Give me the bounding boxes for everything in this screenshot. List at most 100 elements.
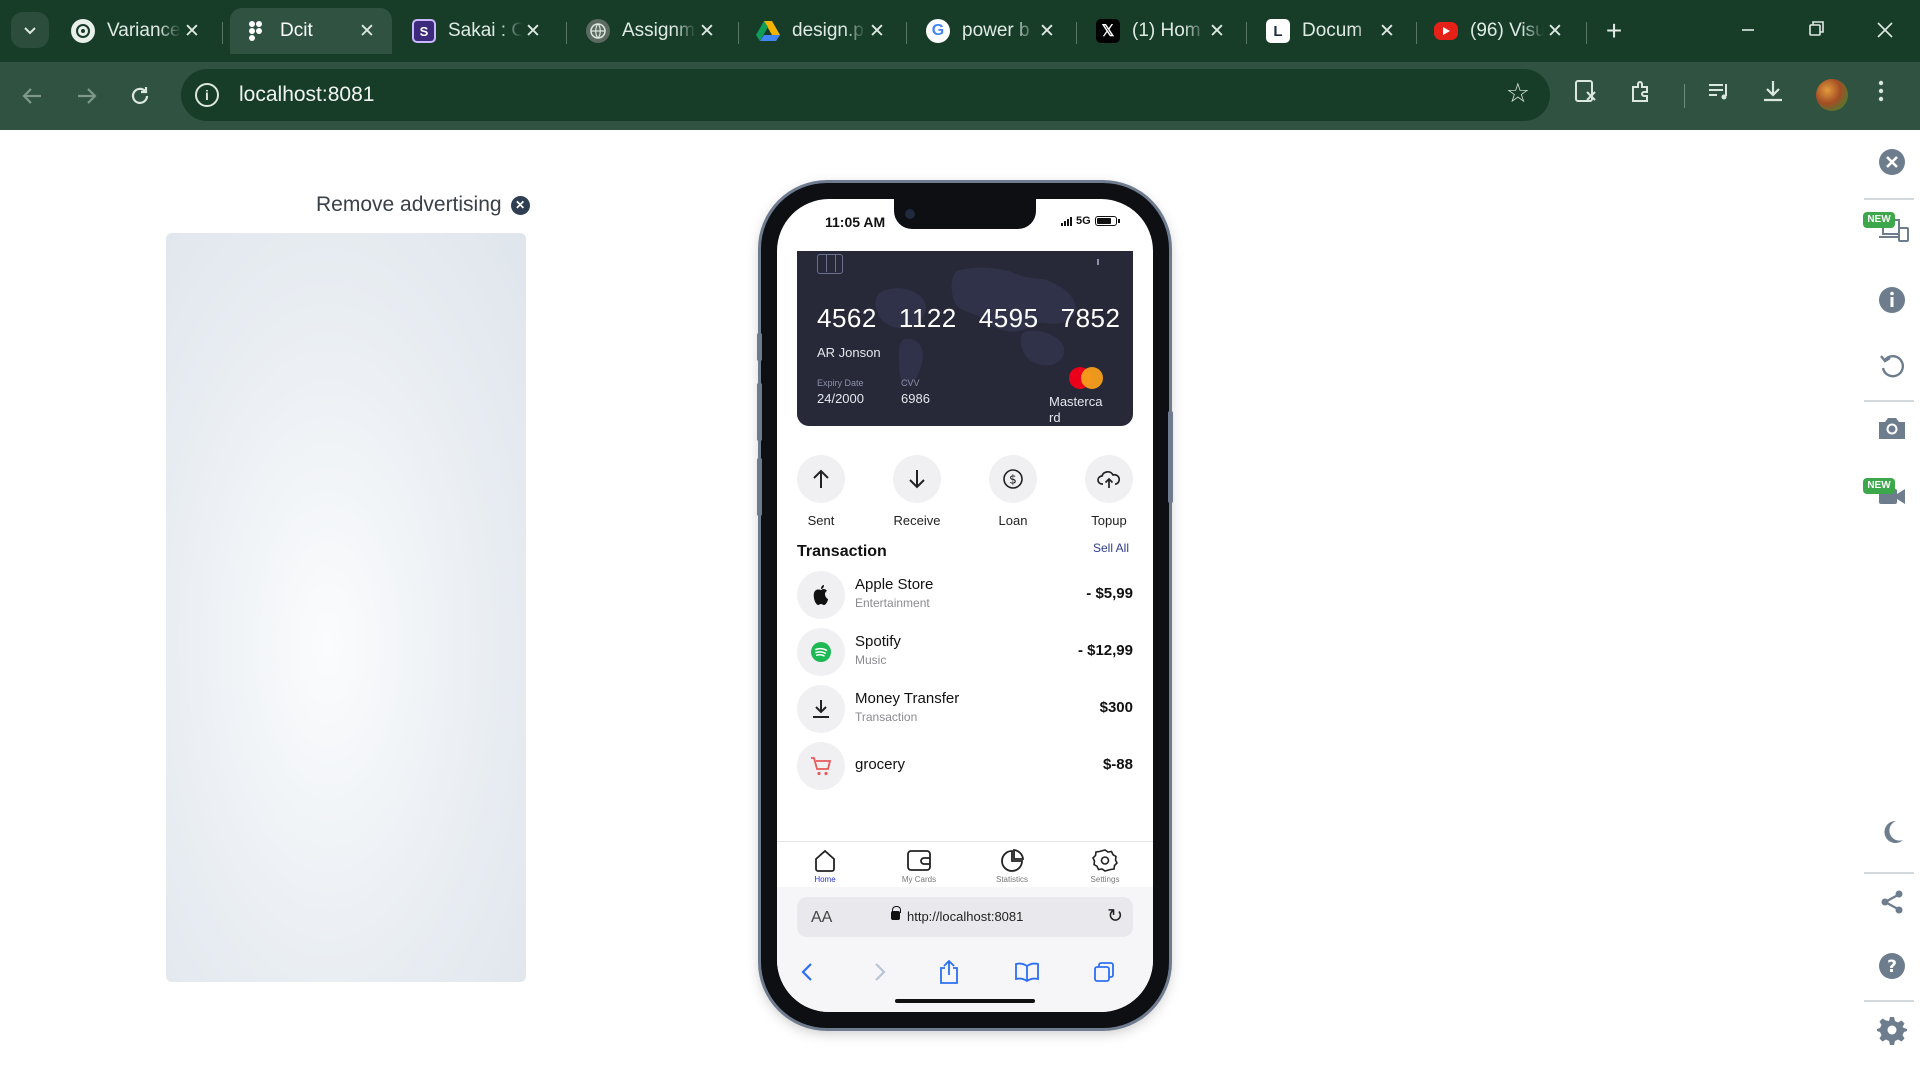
browser-tab-strip: Variance ✕ Dcit ✕ S Sakai : C ✕ Assignm …: [0, 0, 1920, 62]
safari-back-icon[interactable]: [792, 957, 822, 987]
tab-statistics[interactable]: Statistics: [982, 848, 1042, 884]
sent-button[interactable]: Sent: [791, 455, 851, 528]
receive-button[interactable]: Receive: [887, 455, 947, 528]
phone-side-button: [757, 333, 762, 361]
close-window-button[interactable]: [1862, 12, 1908, 48]
phone-side-button: [757, 458, 762, 516]
browser-tab[interactable]: S Sakai : C ✕: [398, 8, 558, 54]
credit-card[interactable]: 4562 1122 4595 7852 AR Jonson Expiry Dat…: [797, 251, 1133, 426]
dollar-icon: $: [989, 455, 1037, 503]
forward-button[interactable]: [67, 77, 105, 115]
card-number-group: 4562: [817, 303, 877, 333]
dark-mode-toggle[interactable]: [1874, 814, 1910, 850]
close-icon[interactable]: ✕: [522, 20, 544, 43]
restore-button[interactable]: [1793, 12, 1839, 48]
rotate-button[interactable]: [1874, 348, 1910, 384]
bookmarks-icon[interactable]: [1012, 957, 1042, 987]
close-icon[interactable]: ✕: [696, 20, 718, 43]
info-icon: [1879, 287, 1905, 313]
loan-button[interactable]: $ Loan: [983, 455, 1043, 528]
close-icon[interactable]: ✕: [181, 20, 203, 43]
address-text[interactable]: localhost:8081: [239, 83, 374, 107]
close-icon[interactable]: ✕: [1036, 20, 1058, 43]
browser-tab[interactable]: 𝕏 (1) Hom ✕: [1082, 8, 1242, 54]
phone-side-button: [1168, 411, 1173, 503]
cart-icon: [797, 742, 845, 790]
google-icon: G: [926, 19, 950, 43]
browser-tab[interactable]: design.p ✕: [742, 8, 902, 54]
tab-title: Sakai : C: [448, 20, 522, 41]
safari-url[interactable]: http://localhost:8081: [907, 909, 1023, 924]
address-bar[interactable]: i localhost:8081 ☆: [181, 69, 1550, 121]
extensions-puzzle-icon[interactable]: [1628, 78, 1664, 114]
help-button[interactable]: ?: [1874, 948, 1910, 984]
browser-tab[interactable]: (96) Visu ✕: [1420, 8, 1580, 54]
action-label: Loan: [998, 513, 1028, 528]
transaction-row[interactable]: Apple Store Entertainment - $5,99: [797, 569, 1133, 619]
card-number: 4562 1122 4595 7852: [817, 303, 1120, 334]
download-icon: [797, 685, 845, 733]
extension-icon[interactable]: [1573, 78, 1609, 114]
tab-title: (96) Visu: [1470, 20, 1544, 41]
share-button[interactable]: [1874, 884, 1910, 920]
transaction-row[interactable]: Spotify Music - $12,99: [797, 626, 1133, 676]
text-size-button[interactable]: AA: [811, 909, 832, 927]
reload-icon[interactable]: ↻: [1107, 905, 1123, 928]
safari-forward-icon[interactable]: [865, 957, 895, 987]
phone-notch: [894, 199, 1036, 229]
bookmark-star-icon[interactable]: ☆: [1506, 78, 1530, 109]
site-info-icon[interactable]: i: [195, 83, 219, 107]
close-icon[interactable]: ✕: [1376, 20, 1398, 43]
close-icon[interactable]: ✕: [1206, 20, 1228, 43]
close-icon[interactable]: ✕: [866, 20, 888, 43]
tab-title: Variance: [107, 20, 181, 41]
tab-home[interactable]: Home: [795, 848, 855, 884]
see-all-link[interactable]: Sell All: [1093, 541, 1129, 555]
mastercard-logo-icon: [1065, 367, 1105, 391]
tab-search-button[interactable]: [11, 12, 49, 48]
remove-advertising-link[interactable]: Remove advertising ✕: [316, 193, 530, 217]
home-indicator: [895, 999, 1035, 1003]
tab-title: Assignm: [622, 20, 695, 41]
media-controls-icon[interactable]: [1706, 78, 1742, 114]
device-side-panel: NEW NEW ?: [1860, 130, 1920, 1080]
download-icon[interactable]: [1760, 78, 1796, 114]
close-icon[interactable]: ✕: [356, 20, 378, 43]
tabs-icon[interactable]: [1089, 957, 1119, 987]
screenshot-button[interactable]: [1874, 410, 1910, 446]
tab-my-cards[interactable]: My Cards: [889, 848, 949, 884]
more-menu-icon[interactable]: [1868, 78, 1904, 114]
cloud-upload-icon: [1085, 455, 1133, 503]
transaction-amount: $-88: [1102, 756, 1133, 773]
close-circle-icon[interactable]: ✕: [510, 195, 530, 215]
browser-tab[interactable]: Variance ✕: [57, 8, 217, 54]
settings-button[interactable]: [1874, 1012, 1910, 1048]
status-indicators: 5G: [1061, 215, 1120, 227]
action-label: Receive: [893, 513, 941, 528]
transaction-name: Spotify: [855, 633, 901, 650]
svg-text:$: $: [1009, 473, 1017, 487]
transaction-row[interactable]: Money Transfer Transaction $300: [797, 683, 1133, 733]
browser-tab-active[interactable]: Dcit ✕: [230, 8, 392, 54]
share-icon[interactable]: [934, 957, 964, 987]
browser-tab[interactable]: L Docum ✕: [1252, 8, 1412, 54]
arrow-up-icon: [797, 455, 845, 503]
browser-tab[interactable]: G power b ✕: [912, 8, 1072, 54]
ad-placeholder: [166, 233, 526, 982]
transaction-row[interactable]: grocery $-88: [797, 740, 1133, 790]
back-button[interactable]: [14, 77, 52, 115]
topup-button[interactable]: Topup: [1079, 455, 1139, 528]
tab-settings[interactable]: Settings: [1075, 848, 1135, 884]
card-brand: Mastercard: [1049, 394, 1103, 425]
new-tab-button[interactable]: +: [1597, 14, 1631, 48]
browser-tab[interactable]: Assignm ✕: [572, 8, 732, 54]
close-panel-button[interactable]: [1874, 144, 1910, 180]
info-button[interactable]: [1874, 282, 1910, 318]
profile-avatar[interactable]: [1816, 79, 1848, 111]
arrow-down-icon: [893, 455, 941, 503]
safari-address-bar[interactable]: AA http://localhost:8081 ↻: [797, 897, 1133, 937]
close-icon[interactable]: ✕: [1544, 20, 1566, 43]
reload-button[interactable]: [121, 77, 159, 115]
tab-label: Home: [814, 875, 836, 884]
minimize-button[interactable]: [1725, 12, 1771, 48]
